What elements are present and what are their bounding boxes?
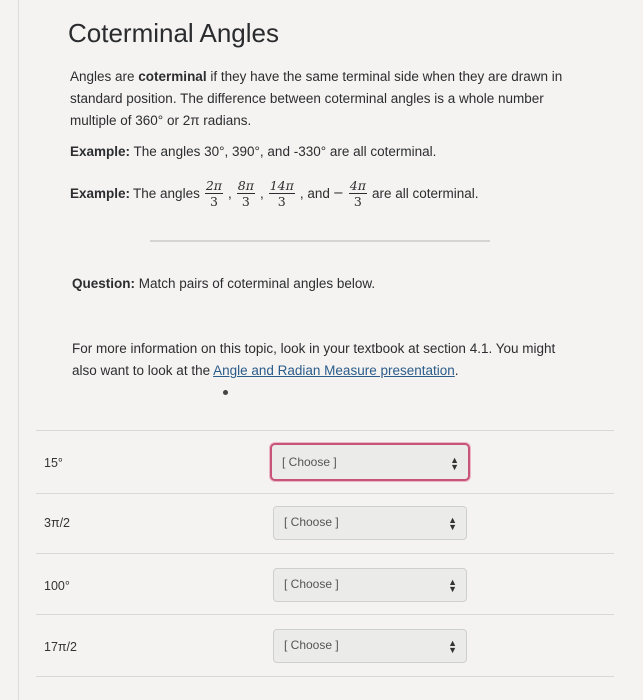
row-divider [36,493,614,494]
fraction-denominator: 3 [277,193,286,209]
divider [150,240,490,242]
answer-select[interactable]: [ Choose ] ▲ ▼ [273,568,467,602]
info-paragraph: For more information on this topic, look… [72,338,572,382]
fraction: 14π 3 [268,177,295,209]
fraction: 2π 3 [204,177,223,209]
question-text: Match pairs of coterminal angles below. [135,276,376,291]
presentation-link[interactable]: Angle and Radian Measure presentation [213,363,455,378]
cursor-dot [223,390,228,395]
example-label: Example: [70,144,131,159]
example-degrees: Example: The angles 30°, 390°, and -330°… [70,144,436,159]
fraction-numerator: 2π [204,177,223,194]
example-lead-text: The angles [133,185,200,201]
select-arrows-icon: ▲ ▼ [450,455,459,472]
answer-select[interactable]: [ Choose ] ▲ ▼ [273,506,467,540]
row-angle-label: 15° [44,456,63,470]
select-arrows-icon: ▲ ▼ [448,638,457,655]
comma: , [228,185,232,201]
example-tail-text: are all coterminal. [371,185,479,201]
fraction-numerator: 8π [236,177,255,194]
page-title: Coterminal Angles [68,18,279,48]
row-divider [36,614,614,615]
example-label: Example: [70,185,131,201]
row-angle-label: 100° [44,579,70,593]
select-value: [ Choose ] [284,577,339,591]
row-divider [36,553,614,554]
example-radians: Example: The angles 2π 3, 8π 3, 14π 3 , and… [70,170,478,216]
answer-select[interactable]: [ Choose ] ▲ ▼ [273,629,467,663]
select-arrows-icon: ▲ ▼ [448,515,457,532]
fraction: 4π 3 [348,177,367,209]
intro-text-start: Angles are [70,69,139,84]
row-divider [36,676,614,677]
select-value: [ Choose ] [284,638,339,652]
answer-select[interactable]: [ Choose ] ▲ ▼ [270,443,470,481]
comma: , [259,185,264,201]
row-divider [36,430,614,431]
and-text: , and [299,185,330,201]
fraction-numerator: 4π [348,177,367,194]
negative-sign: − [332,185,344,201]
row-angle-label: 3π/2 [44,516,71,530]
info-end: . [454,363,459,378]
question-label: Question: [72,276,135,291]
select-value: [ Choose ] [282,455,337,469]
example-text: The angles 30°, 390°, and -330° are all … [130,144,437,159]
fraction-denominator: 3 [209,193,218,209]
question-prompt: Question: Match pairs of coterminal angl… [72,276,375,291]
fraction-denominator: 3 [241,193,250,209]
row-angle-label: 17π/2 [44,640,77,654]
fraction-denominator: 3 [353,193,362,209]
intro-paragraph: Angles are coterminal if they have the s… [70,66,580,132]
select-value: [ Choose ] [284,515,339,529]
fraction: 8π 3 [236,177,255,209]
select-arrows-icon: ▲ ▼ [448,577,457,594]
intro-bold-term: coterminal [138,69,207,84]
fraction-numerator: 14π [268,177,295,194]
